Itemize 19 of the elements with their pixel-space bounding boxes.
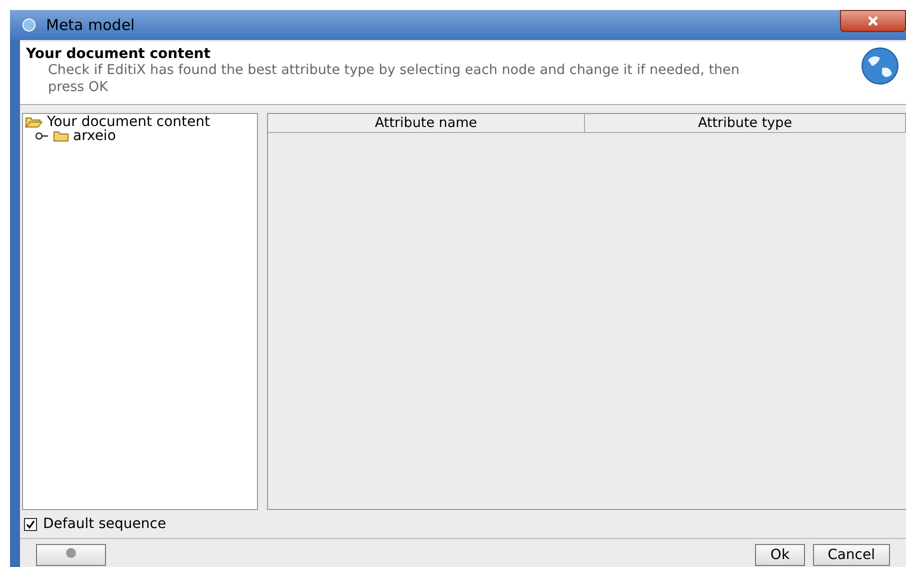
tree-item[interactable]: arxeio [25,129,256,143]
window-title: Meta model [46,16,135,34]
column-header[interactable]: Attribute type [585,114,906,133]
ok-button[interactable]: Ok [755,544,805,566]
cancel-button[interactable]: Cancel [812,544,890,566]
column-header[interactable]: Attribute name [268,114,585,133]
checkbox[interactable] [24,518,37,530]
header-description: Check if EditiX has found the best attribute type by selecting each node and change it if needed, then press OK [47,62,740,96]
close-button[interactable] [840,10,906,32]
help-icon [65,547,77,559]
expand-handle-icon[interactable] [35,131,49,141]
help-button[interactable] [36,544,106,566]
header-title: Your document content [26,46,212,62]
folder-icon [53,130,69,142]
globe-icon [860,46,900,86]
tree-item[interactable]: Your document content [25,115,256,129]
close-icon [867,15,879,27]
checkbox-label: Default sequence [43,516,166,532]
app-icon [22,18,36,32]
